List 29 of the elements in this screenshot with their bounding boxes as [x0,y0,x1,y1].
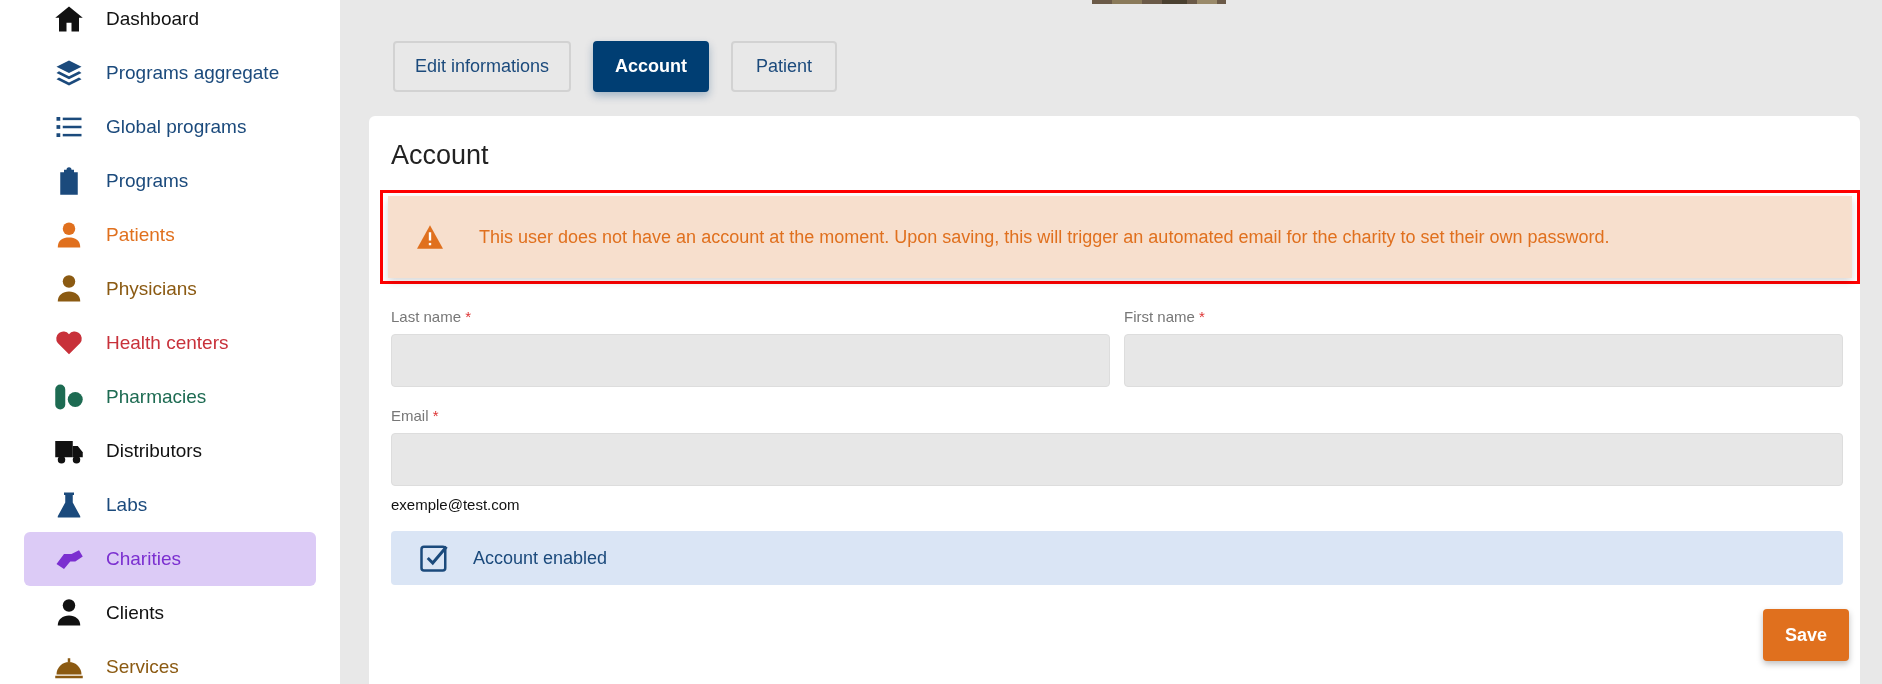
tab[interactable]: Account [593,41,710,92]
sidebar-item[interactable]: Physicians [24,262,316,316]
sidebar-item[interactable]: Programs aggregate [24,46,316,100]
tab[interactable]: Patient [731,41,838,92]
house-icon [53,4,85,34]
sidebar-item[interactable]: Dashboard [24,0,316,46]
input-field[interactable] [391,334,1110,387]
tab[interactable]: Edit informations [393,41,572,92]
sidebar-item[interactable]: Clients [24,586,316,640]
field-label: First name * [1124,308,1206,327]
checkbox-row[interactable]: Account enabled [391,531,1843,585]
helper-text: exemple@test.com [391,496,521,513]
checkbox[interactable] [419,543,449,573]
field-label: Email * [391,407,440,426]
sidebar-item[interactable]: Health centers [24,316,316,370]
alert-text: This user does not have an account at the moment. Upon saving, this will trigger an automated email for the charity to set their own password. [479,226,1610,248]
input-field[interactable] [1124,334,1843,387]
sidebar-item[interactable]: Distributors [24,424,316,478]
pills-icon [53,382,85,412]
sidebar-item[interactable]: Services [24,640,316,684]
sidebar-item[interactable]: Programs [24,154,316,208]
sidebar-item[interactable]: Pharmacies [24,370,316,424]
warning-icon [415,224,445,250]
card-title: Account [391,140,490,172]
sidebar-item[interactable]: Charities [24,532,316,586]
sidebar-item[interactable]: Global programs [24,100,316,154]
field-label: Last name * [391,308,473,327]
sidebar-item[interactable]: Labs [24,478,316,532]
input-field[interactable] [391,433,1843,486]
